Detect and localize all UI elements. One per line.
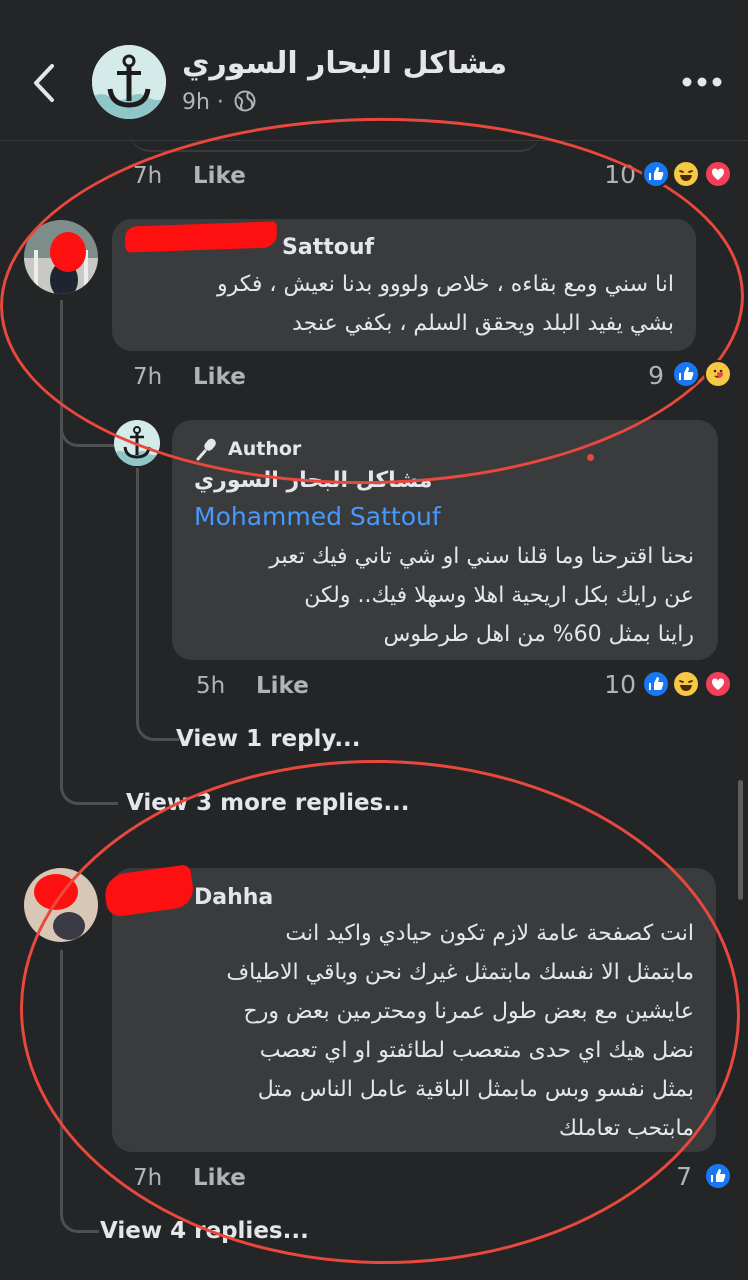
thread-line bbox=[60, 300, 63, 780]
comment-text-line: بشي يفيد البلد ويحقق السلم ، بكفي عنجد bbox=[292, 311, 674, 336]
like-button[interactable]: Like bbox=[256, 673, 309, 699]
thread-branch bbox=[60, 770, 118, 805]
author-badge: Author bbox=[228, 438, 302, 460]
microphone-icon bbox=[196, 438, 216, 461]
love-reaction-icon bbox=[704, 160, 732, 188]
comment-time: 7h bbox=[133, 1165, 163, 1191]
reaction-count: 10 bbox=[604, 160, 636, 189]
comment-time: 7h bbox=[133, 364, 163, 390]
back-arrow-icon[interactable] bbox=[30, 60, 60, 106]
comment-text-line: بمثل نفسو وبس مابمثل الباقية عامل الناس … bbox=[257, 1077, 694, 1102]
comment-text-line: انت كصفحة عامة لازم تكون حيادي واكيد انت bbox=[285, 921, 694, 946]
globe-icon bbox=[234, 90, 256, 112]
commenter-avatar[interactable] bbox=[24, 220, 98, 294]
love-reaction-icon bbox=[704, 670, 732, 698]
like-reaction-icon[interactable] bbox=[704, 1162, 732, 1190]
comment-time: 7h bbox=[133, 163, 163, 189]
thread-line bbox=[136, 468, 139, 708]
like-button[interactable]: Like bbox=[193, 1165, 246, 1191]
reaction-count: 9 bbox=[648, 361, 664, 390]
thread-line bbox=[60, 950, 63, 1200]
reply-text-line: راينا بمثل 60% من اهل طرطوس bbox=[383, 622, 694, 647]
reply-text-line: عن رايك بكل اريحية اهلا وسهلا فيك.. ولكن bbox=[304, 583, 694, 608]
care-reaction-icon bbox=[704, 360, 732, 388]
reply-text-line: نحنا اقترحنا وما قلنا سني او شي تاني فيك… bbox=[269, 544, 694, 569]
commenter-name[interactable]: Dahha bbox=[194, 885, 273, 910]
view-replies-link[interactable]: View 1 reply... bbox=[176, 726, 361, 752]
comment-text-line: مابتحب تعاملك bbox=[558, 1116, 694, 1141]
commenter-avatar[interactable] bbox=[24, 868, 98, 942]
more-dots-icon[interactable] bbox=[680, 75, 724, 89]
previous-bubble-edge bbox=[130, 128, 540, 152]
like-button[interactable]: Like bbox=[193, 163, 246, 189]
haha-reaction-icon bbox=[672, 670, 700, 698]
haha-reaction-icon bbox=[672, 160, 700, 188]
thread-branch bbox=[60, 1196, 99, 1233]
reply-time: 5h bbox=[196, 673, 226, 699]
like-reaction-icon bbox=[672, 360, 700, 388]
post-time: 9h · bbox=[182, 90, 224, 115]
annotation-dot bbox=[587, 454, 594, 461]
comment-text-line: عايشين مع بعض طول عمرنا ومحترمين بعض ورح bbox=[243, 999, 694, 1024]
comment-text-line: انا سني ومع بقاءه ، خلاص ولووو بدنا نعيش… bbox=[216, 272, 674, 297]
page-avatar[interactable] bbox=[92, 45, 166, 119]
thread-branch bbox=[136, 700, 179, 741]
like-button[interactable]: Like bbox=[193, 364, 246, 390]
view-replies-link[interactable]: View 4 replies... bbox=[100, 1218, 309, 1244]
page-title[interactable]: مشاكل البحار السوري bbox=[182, 46, 507, 81]
reaction-count: 10 bbox=[604, 670, 636, 699]
scrollbar-thumb[interactable] bbox=[738, 780, 743, 900]
anchor-logo-icon bbox=[92, 45, 166, 119]
commenter-name[interactable]: Sattouf bbox=[282, 235, 374, 260]
author-avatar[interactable] bbox=[114, 420, 160, 466]
like-reaction-icon bbox=[642, 670, 670, 698]
reply-author-name[interactable]: مشاكل البحار السوري bbox=[194, 468, 432, 493]
comment-text-line: مابتمثل الا نفسك مابتمثل غيرك نحن وباقي … bbox=[226, 960, 694, 985]
redaction-mark bbox=[124, 221, 278, 253]
like-reaction-icon bbox=[642, 160, 670, 188]
comment-text-line: نضل هيك اي حدى متعصب لطائفتو او اي تعصب bbox=[259, 1038, 694, 1063]
view-more-replies-link[interactable]: View 3 more replies... bbox=[126, 790, 410, 816]
mention-link[interactable]: Mohammed Sattouf bbox=[194, 502, 441, 531]
reaction-count: 7 bbox=[676, 1162, 692, 1191]
